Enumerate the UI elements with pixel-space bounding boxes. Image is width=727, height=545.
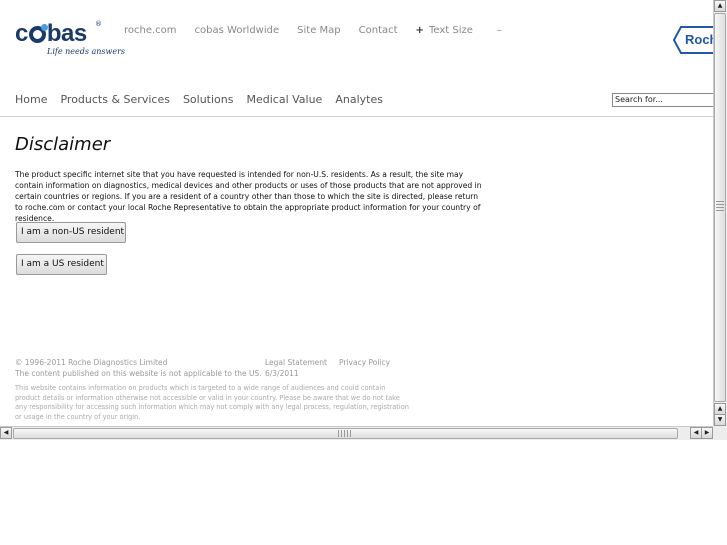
- link-contact[interactable]: Contact: [359, 25, 398, 36]
- cobas-logo[interactable]: c bas ® Life needs answers: [15, 20, 125, 60]
- scrollbar-corner: [713, 426, 727, 440]
- non-us-resident-button[interactable]: I am a non-US resident: [16, 222, 126, 243]
- logo-tagline: Life needs answers: [47, 47, 126, 56]
- roche-logo[interactable]: Roche: [673, 26, 713, 54]
- footer-notice: This website contains information on pro…: [15, 384, 409, 421]
- footer-legal-statement-link[interactable]: Legal Statement: [265, 358, 327, 367]
- nav-products-services[interactable]: Products & Services: [60, 93, 169, 106]
- nav-medical-value[interactable]: Medical Value: [246, 93, 322, 106]
- vertical-grip-icon: [716, 201, 724, 213]
- nav-analytes[interactable]: Analytes: [335, 93, 383, 106]
- registered-mark: ®: [95, 20, 102, 28]
- link-roche-com[interactable]: roche.com: [124, 25, 177, 36]
- search-input[interactable]: Search for...: [612, 93, 713, 107]
- main-nav: Home Products & Services Solutions Medic…: [15, 93, 396, 106]
- horizontal-grip-icon: [338, 430, 352, 437]
- text-size-increase-icon[interactable]: +: [416, 25, 424, 36]
- cobas-o-icon: [28, 24, 48, 43]
- footer-content-note: The content published on this website is…: [15, 369, 262, 378]
- roche-logo-text: Roche: [685, 32, 713, 47]
- page-viewport: c bas ® Life needs answers roche.com coba…: [0, 0, 713, 426]
- footer-date: 6/3/2011: [265, 369, 299, 378]
- scroll-up-button[interactable]: ▲: [714, 0, 726, 12]
- us-resident-button[interactable]: I am a US resident: [16, 254, 107, 275]
- link-site-map[interactable]: Site Map: [297, 25, 340, 36]
- footer-privacy-policy-link[interactable]: Privacy Policy: [339, 358, 390, 367]
- text-size-label: Text Size: [428, 25, 473, 36]
- link-cobas-worldwide[interactable]: cobas Worldwide: [195, 25, 280, 36]
- nav-solutions[interactable]: Solutions: [183, 93, 234, 106]
- nav-home[interactable]: Home: [15, 93, 47, 106]
- page-title: Disclaimer: [15, 134, 111, 155]
- scroll-left-button[interactable]: ◀: [0, 427, 12, 439]
- nav-divider: [0, 116, 713, 117]
- cobas-logo-word: c bas: [15, 20, 87, 47]
- text-size-decrease-icon[interactable]: –: [497, 25, 502, 36]
- scroll-down-button[interactable]: ▼: [714, 414, 726, 426]
- top-links: roche.com cobas Worldwide Site Map Conta…: [124, 25, 502, 36]
- footer-copyright: © 1996-2011 Roche Diagnostics Limited: [15, 358, 168, 367]
- scroll-right-button[interactable]: ▶: [701, 427, 713, 439]
- disclaimer-text: The product specific internet site that …: [15, 170, 482, 223]
